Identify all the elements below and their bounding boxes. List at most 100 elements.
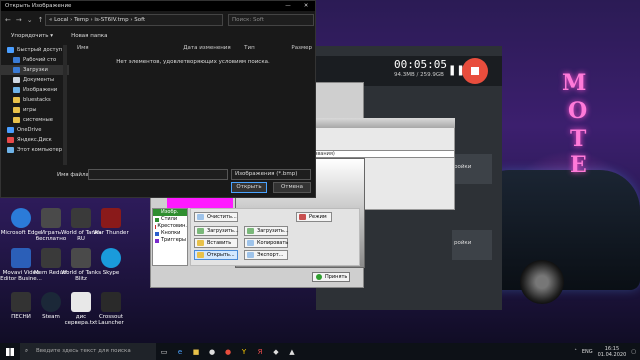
language-indicator[interactable]: ENG	[582, 349, 593, 355]
window-controls: — ✕	[279, 1, 315, 11]
bullet-icon	[155, 231, 159, 236]
settings-panel[interactable]: ройки	[452, 154, 492, 184]
desktop-icon-skype[interactable]: Skype	[90, 248, 132, 276]
new-folder-button[interactable]: Новая папка	[71, 33, 107, 39]
desktop-icon-crossout[interactable]: Crossout Launcher	[90, 292, 132, 326]
minimize-button[interactable]: —	[279, 1, 297, 11]
yandex-disk-icon	[7, 137, 14, 143]
close-button[interactable]: ✕	[297, 1, 315, 11]
copy-button[interactable]: Копировать	[244, 238, 288, 248]
tree-item[interactable]: OneDrive	[1, 125, 69, 135]
tree-item[interactable]: Яндекс.Диск	[1, 135, 69, 145]
tree-item[interactable]: Изображени	[1, 85, 69, 95]
folder-icon	[13, 107, 20, 113]
list-item[interactable]: Стили	[153, 216, 187, 223]
tree-item[interactable]: Этот компьютер	[1, 145, 69, 155]
desktop-icon-war-thunder[interactable]: War Thunder	[90, 208, 132, 236]
motel-letter: E	[570, 152, 587, 178]
back-icon[interactable]: ←	[5, 16, 11, 24]
settings-label: ройки	[454, 240, 472, 246]
chevron-down-icon[interactable]: ⌄	[27, 16, 33, 24]
tree-scrollbar[interactable]	[63, 45, 67, 165]
text-file-icon	[71, 292, 91, 312]
clock[interactable]: 16:15 01.04.2020	[598, 346, 627, 358]
yandex-icon[interactable]: Я	[252, 343, 268, 360]
load-icon	[247, 228, 254, 234]
tree-item[interactable]: Рабочий сто	[1, 55, 69, 65]
app-icon[interactable]: ◆	[268, 343, 284, 360]
button-label: Загрузить...	[207, 228, 239, 234]
tree-item[interactable]: игры	[1, 105, 69, 115]
edge-icon[interactable]: e	[172, 343, 188, 360]
record-app-icon[interactable]: ●	[220, 343, 236, 360]
tree-item[interactable]: системные	[1, 115, 69, 125]
tree-item-label: игры	[23, 107, 37, 113]
tree-item[interactable]: Загрузки	[1, 65, 69, 75]
empty-message: Нет элементов, удовлетворяющих условиям …	[116, 59, 270, 65]
tank-icon	[71, 248, 91, 268]
clock-date: 01.04.2020	[597, 351, 627, 358]
yandex-browser-icon[interactable]: Y	[236, 343, 252, 360]
column-date[interactable]: Дата изменения	[183, 43, 244, 53]
open-button[interactable]: Открыть...	[194, 250, 238, 260]
up-icon[interactable]: ↑	[38, 16, 44, 24]
dialog-toolbar: Упорядочить ▾ Новая папка	[1, 30, 315, 42]
search-input[interactable]: Поиск: Soft	[228, 14, 314, 26]
export-button[interactable]: Экспорт...	[244, 250, 288, 260]
button-label: Загрузить...	[257, 228, 289, 234]
mode-button[interactable]: Режим	[296, 212, 332, 222]
list-item[interactable]: Крестовин.	[153, 223, 187, 230]
tree-item[interactable]: Быстрый доступ	[1, 45, 69, 55]
app-icon[interactable]: ●	[204, 343, 220, 360]
desktop-icon	[13, 57, 20, 63]
column-type[interactable]: Тип	[244, 43, 291, 53]
category-list[interactable]: Изобр. Стили Крестовин. Кнопки Триггеры	[152, 208, 188, 266]
paste-button[interactable]: Вставить	[194, 238, 238, 248]
column-name[interactable]: Имя	[71, 43, 183, 53]
chevron-up-icon[interactable]: ˄	[574, 349, 577, 355]
open-button[interactable]: Открыть	[231, 182, 267, 193]
filename-input[interactable]	[88, 169, 228, 180]
organize-button[interactable]: Упорядочить ▾	[11, 33, 53, 39]
clear-button[interactable]: Очистить...	[194, 212, 238, 222]
settings-panel[interactable]: ройки	[452, 230, 492, 260]
export-icon	[247, 252, 254, 258]
apply-button[interactable]: Принять	[312, 272, 350, 282]
forward-icon[interactable]: →	[16, 16, 22, 24]
tree-item-label: Документы	[23, 77, 55, 83]
task-view-icon[interactable]: ▭	[156, 343, 172, 360]
cancel-button[interactable]: Отмена	[273, 182, 311, 193]
icon-label: Crossout Launcher	[98, 314, 124, 326]
column-size[interactable]: Размер	[291, 43, 313, 53]
settings-label: ройки	[454, 164, 472, 170]
button-label: Режим	[309, 214, 327, 220]
bullet-icon	[155, 217, 159, 222]
list-item-label: Кнопки	[161, 230, 181, 236]
stop-record-button[interactable]	[462, 58, 488, 84]
list-item[interactable]: Триггеры	[153, 237, 187, 244]
tree-item[interactable]: bluestacks	[1, 95, 69, 105]
tree-item[interactable]: Документы	[1, 75, 69, 85]
list-item[interactable]: Кнопки	[153, 230, 187, 237]
address-bar[interactable]: « Local › Temp › is-ST6IV.tmp › Soft	[45, 14, 223, 26]
start-button[interactable]	[0, 343, 20, 360]
dialog-title: Открыть Изображение	[5, 3, 72, 9]
app-icon[interactable]: ▲	[284, 343, 300, 360]
load-icon	[197, 228, 204, 234]
taskbar-search[interactable]: Введите здесь текст для поиска	[20, 343, 156, 360]
load-button[interactable]: Загрузить...	[194, 226, 239, 236]
tank-icon	[71, 208, 91, 228]
check-icon	[316, 274, 322, 280]
documents-icon	[13, 77, 20, 83]
computer-icon	[7, 147, 14, 153]
tree-item-label: системные	[23, 117, 53, 123]
file-type-select[interactable]: Изображения (*.bmp)	[231, 169, 311, 180]
explorer-icon[interactable]: ■	[188, 343, 204, 360]
pictures-icon	[13, 87, 20, 93]
load-button-2[interactable]: Загрузить...	[244, 226, 289, 236]
notification-icon[interactable]: ▢	[631, 349, 636, 355]
icon-label: Skype	[102, 270, 120, 276]
wallpaper-wheel	[520, 260, 564, 304]
list-item[interactable]: Изобр.	[153, 209, 187, 216]
motel-letter: T	[570, 126, 587, 152]
